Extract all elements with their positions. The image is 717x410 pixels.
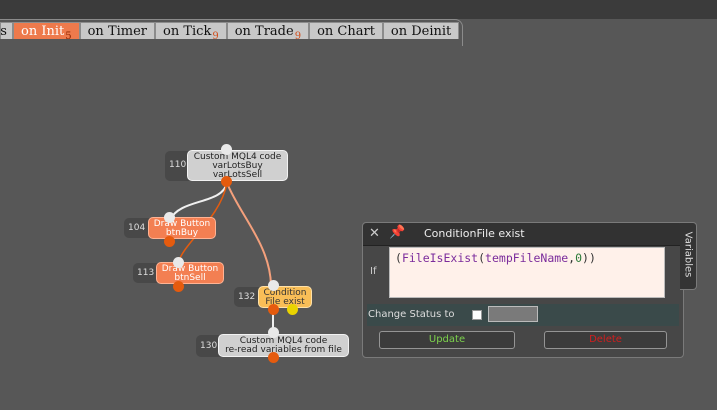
status-color-picker[interactable] [488,306,538,322]
change-status-row: Change Status to [367,304,679,326]
panel-title: ConditionFile exist [424,227,525,240]
output-port[interactable] [268,352,279,363]
code-token: )) [582,251,596,265]
pin-icon[interactable]: 📌 [389,225,405,240]
code-token: FileIsExist [401,251,479,265]
node-subtitle: btnSell [174,273,206,283]
output-port-false[interactable] [287,304,298,315]
node-subtitle: btnBuy [165,228,199,238]
update-button[interactable]: Update [379,331,515,349]
input-port[interactable] [221,144,232,155]
link-110-132 [226,182,272,286]
change-status-checkbox[interactable] [472,310,482,320]
node-104-label: Draw Button btnBuy [148,217,216,239]
input-port[interactable] [173,257,184,268]
code-token: ( [395,251,402,265]
output-port[interactable] [221,176,232,187]
delete-button[interactable]: Delete [544,331,667,349]
code-token: ( [478,251,486,265]
node-subtitle: re-read variables from file [225,345,342,355]
output-port[interactable] [164,236,175,247]
input-port[interactable] [164,212,175,223]
code-token: 0 [575,251,583,265]
condition-code-editor[interactable]: (FileIsExist(tempFileName,0)) [389,247,665,298]
link-110-104 [169,182,228,221]
if-label: If [370,266,377,277]
variables-tab-label: Variables [682,231,694,278]
node-130-label: Custom MQL4 code re-read variables from … [218,334,349,357]
input-port[interactable] [268,280,279,291]
code-token: tempFileName [485,251,569,265]
node-132-label: Condition File exist [258,286,312,308]
node-subtitle: varLotsSell [212,170,263,180]
output-port[interactable] [173,281,184,292]
node-113-label: Draw Button btnSell [156,262,224,284]
output-port-true[interactable] [268,304,279,315]
node-properties-panel: ✕ 📌 ConditionFile exist If (FileIsExist(… [362,222,684,358]
change-status-label: Change Status to [368,309,455,320]
variables-tab[interactable]: Variables [680,222,697,290]
close-icon[interactable]: ✕ [369,226,380,241]
panel-titlebar[interactable]: ✕ 📌 ConditionFile exist [363,223,683,246]
node-subtitle: File exist [265,297,305,307]
node-110-label: Custom MQL4 code varLotsBuy varLotsSell [187,150,288,181]
input-port[interactable] [268,327,279,338]
